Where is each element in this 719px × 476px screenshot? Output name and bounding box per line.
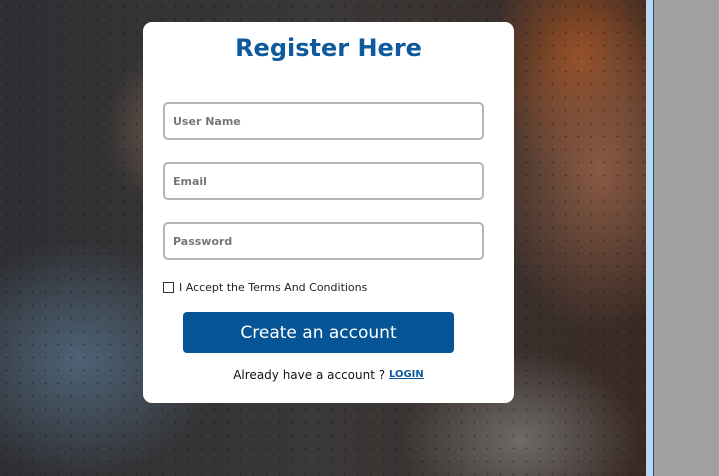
already-text: Already have a account ?	[233, 368, 386, 382]
terms-checkbox[interactable]	[163, 282, 174, 293]
page-title: Register Here	[235, 34, 422, 62]
register-card: Register Here I Accept the Terms And Con…	[143, 22, 514, 403]
password-input[interactable]	[163, 222, 484, 260]
terms-row[interactable]: I Accept the Terms And Conditions	[163, 281, 367, 294]
terms-label: I Accept the Terms And Conditions	[179, 281, 368, 294]
login-link[interactable]: LOGIN	[389, 369, 424, 380]
window-border	[646, 0, 654, 476]
email-input[interactable]	[163, 162, 484, 200]
username-input[interactable]	[163, 102, 484, 140]
create-account-button[interactable]: Create an account	[183, 312, 454, 353]
login-prompt: Already have a account ? LOGIN	[143, 368, 514, 382]
